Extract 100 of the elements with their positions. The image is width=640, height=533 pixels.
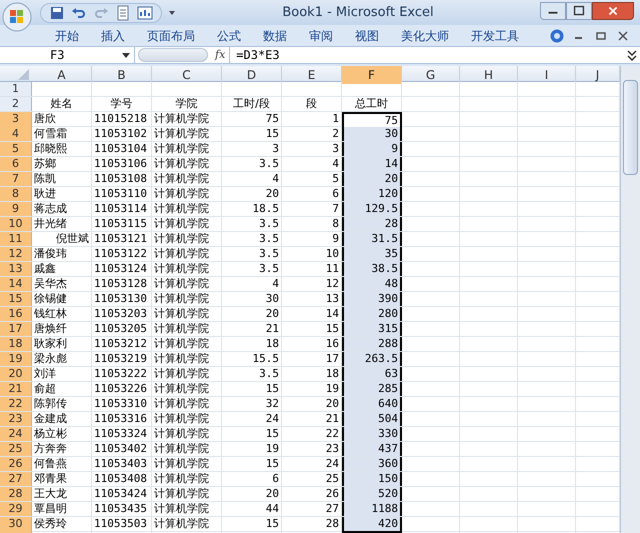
row-header[interactable]: 10 — [0, 217, 32, 231]
row-header[interactable]: 6 — [0, 157, 32, 171]
column-header[interactable]: H — [460, 66, 518, 84]
table-cell: 11053310 — [92, 397, 152, 411]
row-header[interactable]: 15 — [0, 292, 32, 306]
table-cell: 计算机学院 — [152, 517, 222, 533]
table-cell: 计算机学院 — [152, 367, 222, 381]
ribbon-tab[interactable]: 审阅 — [298, 26, 344, 46]
column-header[interactable]: F — [342, 66, 402, 84]
row-header[interactable]: 13 — [0, 262, 32, 276]
table-cell: 38.5 — [342, 262, 402, 276]
table-cell: 潘俊玮 — [32, 247, 92, 261]
row-header[interactable]: 9 — [0, 202, 32, 216]
minimize-icon[interactable] — [540, 2, 566, 20]
table-cell: 48 — [342, 277, 402, 291]
customize-caret-icon[interactable] — [168, 10, 176, 16]
table-cell: 20 — [342, 172, 402, 186]
row-header[interactable]: 20 — [0, 367, 32, 381]
table-cell: 30 — [342, 127, 402, 141]
table-cell: 21 — [222, 322, 282, 336]
table-cell: 吴华杰 — [32, 277, 92, 291]
table-cell: 75 — [222, 112, 282, 128]
formula-field[interactable]: =D3*E3 — [229, 47, 624, 63]
ribbon-tab[interactable]: 美化大师 — [390, 26, 460, 46]
table-cell: 3.5 — [222, 247, 282, 261]
table-cell: 11053435 — [92, 502, 152, 516]
table-cell: 戚鑫 — [32, 262, 92, 276]
table-cell: 段 — [282, 97, 342, 111]
table-cell: 计算机学院 — [152, 382, 222, 396]
row-header[interactable]: 7 — [0, 172, 32, 186]
row-header[interactable]: 12 — [0, 247, 32, 261]
name-box[interactable]: F3 — [0, 47, 135, 63]
row-header[interactable]: 2 — [0, 97, 32, 111]
table-cell: 计算机学院 — [152, 127, 222, 141]
save-icon[interactable] — [49, 4, 65, 20]
row-header[interactable]: 3 — [0, 112, 32, 128]
ribbon-tab[interactable]: 数据 — [252, 26, 298, 46]
close-icon[interactable] — [592, 2, 634, 20]
ribbon-tab[interactable]: 开始 — [44, 26, 90, 46]
row-header[interactable]: 8 — [0, 187, 32, 201]
table-cell: 44 — [222, 502, 282, 516]
row-header[interactable]: 25 — [0, 442, 32, 456]
table-cell: 11053114 — [92, 202, 152, 216]
maximize-icon[interactable] — [566, 2, 592, 20]
ribbon-tab[interactable]: 开发工具 — [460, 26, 530, 46]
row-header[interactable]: 4 — [0, 127, 32, 141]
table-cell: 11053121 — [92, 232, 152, 246]
table-cell: 学号 — [92, 97, 152, 111]
window-title: Book1 - Microsoft Excel — [282, 4, 434, 22]
column-header[interactable]: D — [222, 66, 282, 84]
table-cell: 11053130 — [92, 292, 152, 306]
row-header[interactable]: 30 — [0, 517, 32, 533]
row-header[interactable]: 17 — [0, 322, 32, 336]
table-cell: 3.5 — [222, 262, 282, 276]
row-header[interactable]: 1 — [0, 82, 32, 96]
table-cell: 唐焕纤 — [32, 322, 92, 336]
table-cell: 330 — [342, 427, 402, 441]
table-cell: 计算机学院 — [152, 472, 222, 486]
row-header[interactable]: 11 — [0, 232, 32, 246]
table-cell: 31.5 — [342, 232, 402, 246]
table-cell: 陈凯 — [32, 172, 92, 186]
column-header[interactable]: C — [152, 66, 222, 84]
row-header[interactable]: 24 — [0, 427, 32, 441]
ribbon-tab[interactable]: 页面布局 — [136, 26, 206, 46]
document-icon[interactable] — [115, 4, 131, 20]
row-header[interactable]: 28 — [0, 487, 32, 501]
row-header[interactable]: 23 — [0, 412, 32, 426]
row-header[interactable]: 18 — [0, 337, 32, 351]
table-cell: 150 — [342, 472, 402, 486]
table-cell: 何雪霜 — [32, 127, 92, 141]
dropdown-caret-icon[interactable] — [122, 52, 130, 58]
ribbon-tab[interactable]: 公式 — [206, 26, 252, 46]
table-cell: 耿家利 — [32, 337, 92, 351]
table-cell: 20 — [222, 487, 282, 501]
row-header[interactable]: 16 — [0, 307, 32, 321]
row-header[interactable]: 26 — [0, 457, 32, 471]
row-header[interactable]: 29 — [0, 502, 32, 516]
row-header[interactable]: 19 — [0, 352, 32, 366]
table-cell: 钱红林 — [32, 307, 92, 321]
help-icon[interactable] — [550, 28, 564, 42]
resize-handle[interactable] — [138, 48, 208, 62]
table-cell: 11053403 — [92, 457, 152, 471]
insert-function-button[interactable]: fx — [211, 46, 230, 64]
column-header[interactable]: B — [92, 66, 152, 84]
table-cell: 计算机学院 — [152, 412, 222, 426]
column-header[interactable]: I — [518, 66, 576, 84]
column-header[interactable]: G — [402, 66, 460, 84]
row-header[interactable]: 5 — [0, 142, 32, 156]
row-header[interactable]: 21 — [0, 382, 32, 396]
ribbon-tab[interactable]: 插入 — [90, 26, 136, 46]
row-header[interactable]: 14 — [0, 277, 32, 291]
vertical-scrollbar[interactable] — [620, 66, 640, 533]
ribbon-tab[interactable]: 视图 — [344, 26, 390, 46]
table-cell: 苏鄉 — [32, 157, 92, 171]
chart-icon[interactable] — [137, 4, 153, 20]
table-cell: 11053424 — [92, 487, 152, 501]
row-header[interactable]: 27 — [0, 472, 32, 486]
row-header[interactable]: 22 — [0, 397, 32, 411]
table-cell: 方奔奔 — [32, 442, 92, 456]
table-cell: 11053316 — [92, 412, 152, 426]
